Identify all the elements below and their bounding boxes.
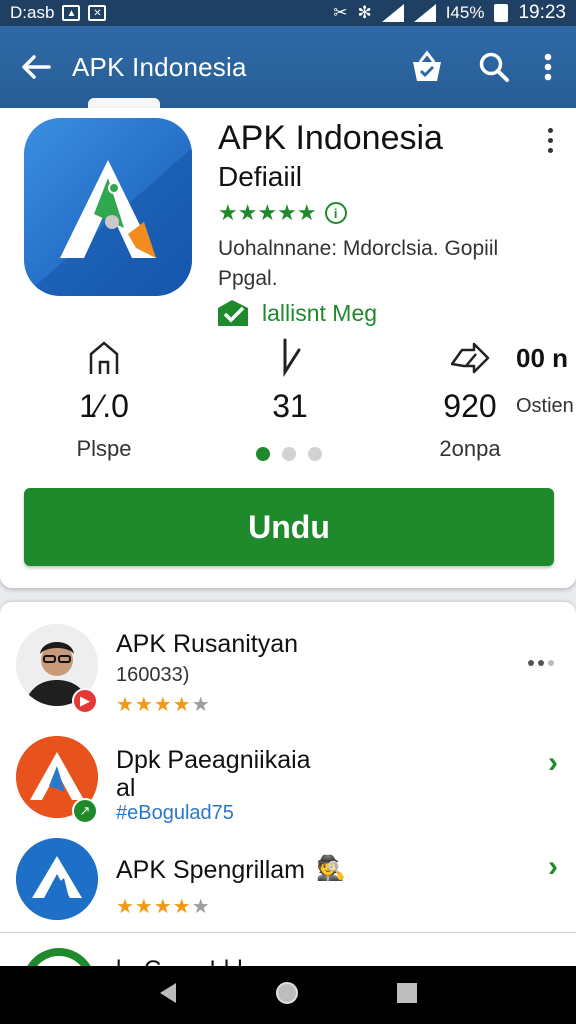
list-item-name-line2: al — [116, 774, 136, 802]
chevron-right-icon[interactable]: › — [548, 850, 558, 884]
installed-badge-icon — [218, 300, 248, 326]
nav-recents-button[interactable] — [396, 982, 418, 1009]
stars-empty: ★ — [191, 694, 211, 716]
stat-extra-value: 00 n — [516, 343, 569, 373]
stars-empty: ★ — [191, 896, 211, 918]
app-description: Uohalnnane: Mdorclsia. Gopiil Ppgal. — [218, 237, 499, 290]
info-icon[interactable]: i — [324, 202, 347, 224]
divider — [0, 932, 576, 933]
trend-badge-icon: ↗ — [72, 798, 98, 824]
badge-icon: ▶ — [72, 688, 98, 714]
app-name: APK Indonesia — [218, 119, 443, 157]
search-icon — [479, 52, 509, 82]
page-dot[interactable] — [282, 447, 296, 461]
search-button[interactable] — [478, 51, 510, 83]
card-more-button[interactable] — [548, 128, 556, 158]
stat-extra: 00 n Ostien — [516, 336, 576, 432]
list-item-link[interactable]: #eBogulad75 — [116, 802, 234, 825]
app-rating: ★★★★★ i — [218, 200, 347, 226]
stat-value: 1⁄.0 — [79, 388, 129, 424]
nav-back-button[interactable] — [158, 982, 178, 1009]
rating-stars: ★★★★★ — [218, 200, 317, 225]
stat-extra-label: Ostien — [516, 395, 574, 417]
list-item-rating: ★★★★★ — [116, 692, 211, 717]
mute-icon: ✂ — [333, 3, 348, 22]
battery-percent: I45% — [445, 3, 485, 22]
install-button[interactable]: Undu — [24, 488, 554, 566]
signal-icon — [381, 4, 404, 22]
app-header-card: APK Indonesia Defiaiil ★★★★★ i Uohalnnan… — [0, 108, 576, 588]
list-item-meta: 160033) — [116, 664, 190, 686]
download-icon — [283, 338, 301, 378]
stat-label: Plspe — [76, 436, 132, 461]
image-notification-icon: ▲ — [62, 5, 81, 21]
mail-notification-icon: ✕ — [88, 5, 107, 21]
app-logo-icon — [24, 118, 192, 296]
person-emoji-icon: 🕵 — [316, 855, 346, 882]
more-horiz-icon[interactable] — [528, 660, 554, 666]
stat-value: 31 — [272, 388, 308, 424]
clock: 19:23 — [518, 2, 566, 23]
installed-label: lallisnt Meg — [262, 299, 378, 326]
wifi-icon: ✻ — [357, 3, 372, 22]
basket-check-icon — [413, 50, 441, 81]
app-bar: APK Indonesia — [0, 26, 576, 108]
list-item[interactable]: ▶ APK Rusanityan 160033) ★★★★★ — [0, 624, 576, 724]
page-dot-active[interactable] — [256, 447, 270, 461]
battery-icon — [494, 4, 509, 22]
page-dot[interactable] — [308, 447, 322, 461]
status-bar: D:asb ▲ ✕ ✂ ✻ I45% 19:23 — [0, 0, 576, 26]
page-indicator[interactable] — [256, 447, 322, 461]
app-subtitle: Defiaiil — [218, 161, 303, 192]
home-circle-icon — [276, 981, 298, 1004]
installed-status: lallisnt Meg — [216, 298, 377, 328]
list-item[interactable]: ↗ Dpk Paeagniikaia al #eBogulad75 › — [0, 736, 576, 836]
basket-button[interactable] — [410, 50, 444, 84]
stat-downloads: 31 — [220, 336, 360, 432]
house-icon — [89, 341, 119, 374]
list-item-name: APK Rusanityan — [116, 630, 299, 658]
status-left-text: D:asb — [10, 3, 55, 22]
stars-filled: ★★★★ — [116, 896, 192, 918]
navigation-bar — [0, 966, 576, 1024]
stat-label: 2onpa — [439, 436, 501, 461]
avatar — [16, 838, 98, 920]
share-arrows-icon — [450, 342, 490, 374]
stars-filled: ★★★★ — [116, 694, 192, 716]
list-item-rating: ★★★★★ — [116, 894, 211, 919]
related-apps-card: ▶ APK Rusanityan 160033) ★★★★★ ↗ Dpk Pae… — [0, 602, 576, 988]
signal-icon-2 — [413, 4, 436, 22]
list-item-name: Dpk Paeagniikaia — [116, 746, 311, 774]
triangle-back-icon — [160, 982, 176, 1003]
list-item-name: APK Spengrillam — [116, 856, 305, 884]
back-button[interactable] — [0, 54, 72, 80]
list-item[interactable]: APK Spengrillam 🕵 ★★★★★ › — [0, 838, 576, 928]
square-recents-icon — [397, 982, 417, 1003]
nav-home-button[interactable] — [274, 980, 300, 1011]
stat-size: 1⁄.0 Plspe — [34, 336, 174, 466]
more-vert-icon — [544, 53, 552, 81]
overflow-menu-button[interactable] — [544, 53, 552, 81]
app-bar-title: APK Indonesia — [72, 51, 247, 82]
chevron-right-icon[interactable]: › — [548, 746, 558, 780]
back-arrow-icon — [22, 55, 51, 79]
